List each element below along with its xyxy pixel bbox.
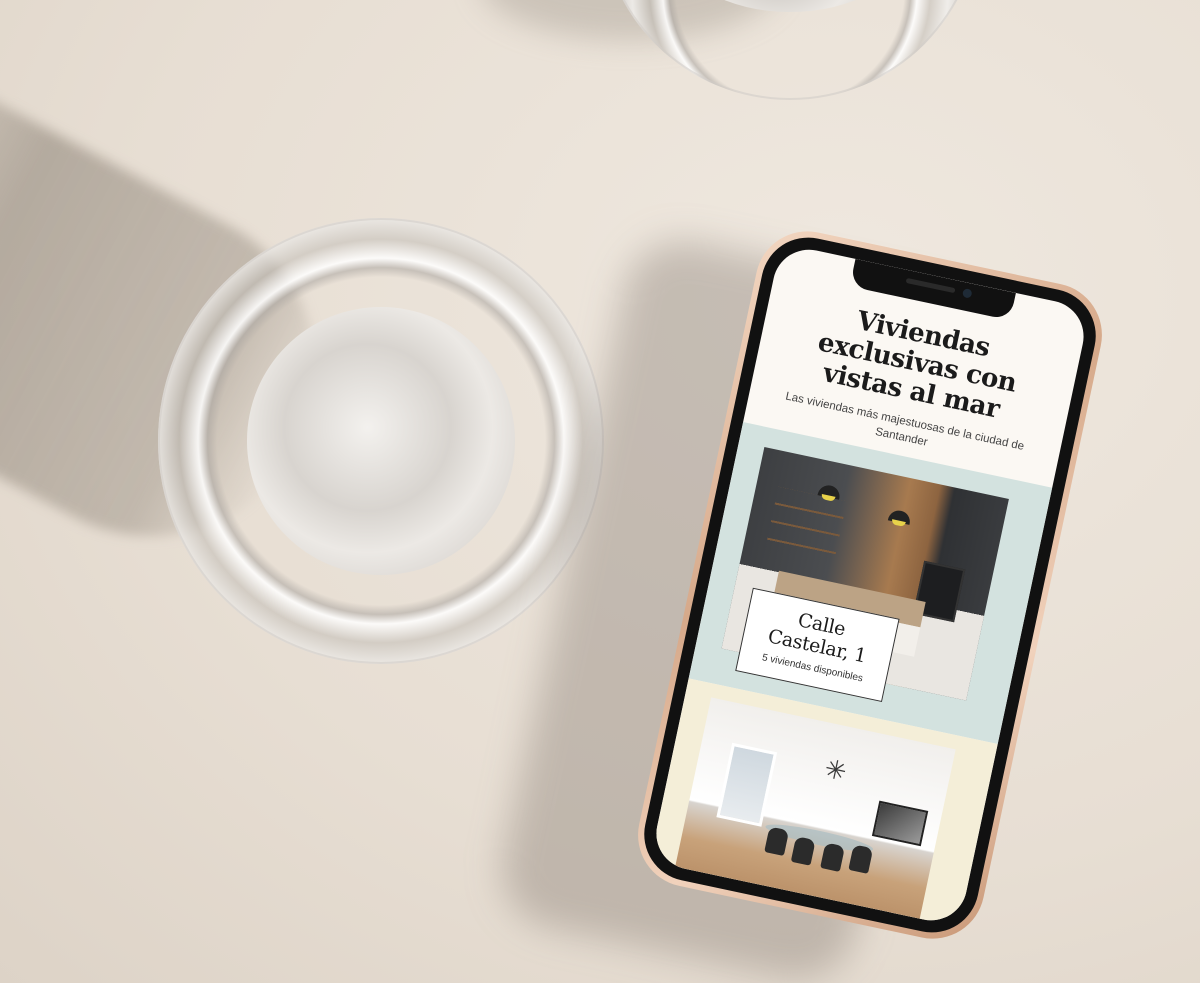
- speaker-icon: [905, 277, 956, 294]
- wall-art: [871, 800, 929, 847]
- photo-scene: Viviendas exclusivas con vistas al mar L…: [0, 0, 1200, 983]
- pendant-lamp-icon: [817, 483, 842, 500]
- window: [716, 742, 778, 827]
- chair: [848, 844, 874, 874]
- living-room-photo[interactable]: [671, 697, 956, 927]
- chair: [764, 826, 790, 856]
- chandelier-icon: [822, 753, 858, 789]
- glass-inner: [247, 307, 515, 575]
- chair: [820, 842, 846, 872]
- crystal-glass: [158, 218, 604, 664]
- pendant-lamp-icon: [887, 508, 912, 525]
- chair: [790, 836, 816, 866]
- crystal-glass-top: [600, 0, 980, 100]
- glass-inner: [676, 0, 904, 12]
- camera-icon: [961, 288, 973, 299]
